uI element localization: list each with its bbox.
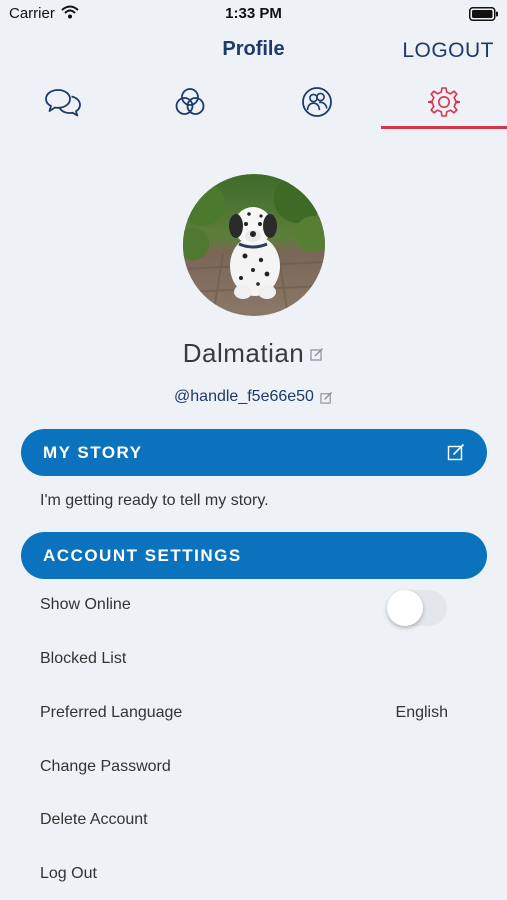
chat-icon (44, 87, 82, 122)
avatar[interactable] (183, 174, 325, 316)
change-password-label: Change Password (40, 758, 171, 775)
story-text: I'm getting ready to tell my story. (40, 492, 269, 509)
profile-handle: @handle_f5e66e50 (174, 388, 314, 405)
edit-story-icon[interactable] (447, 443, 465, 466)
edit-name-icon[interactable] (310, 347, 324, 361)
change-password-row[interactable]: Change Password (40, 758, 460, 776)
delete-account-label: Delete Account (40, 811, 148, 828)
profile-name-row: Dalmatian (0, 338, 507, 369)
status-time: 1:33 PM (225, 5, 282, 22)
log-out-row[interactable]: Log Out (40, 865, 460, 883)
battery-icon (469, 7, 499, 26)
profile-name: Dalmatian (182, 338, 305, 368)
tab-people[interactable] (254, 78, 380, 130)
account-settings-title: ACCOUNT SETTINGS (43, 546, 242, 565)
toggle-knob (387, 590, 423, 626)
status-bar: Carrier 1:33 PM (0, 0, 507, 28)
show-online-toggle[interactable] (387, 590, 447, 626)
tab-groups[interactable] (127, 78, 253, 130)
logout-button[interactable]: LOGOUT (402, 39, 494, 63)
gear-icon (427, 86, 461, 123)
delete-account-row[interactable]: Delete Account (40, 811, 460, 829)
people-icon (301, 86, 333, 123)
preferred-language-row[interactable]: Preferred Language English (40, 704, 460, 722)
tab-bar (0, 78, 507, 132)
account-settings-header: ACCOUNT SETTINGS (21, 532, 487, 579)
tab-settings[interactable] (381, 78, 507, 130)
nav-bar: Profile LOGOUT (0, 28, 507, 74)
circles-icon (174, 87, 206, 122)
active-tab-indicator (381, 126, 507, 129)
log-out-label: Log Out (40, 865, 97, 882)
profile-handle-row: @handle_f5e66e50 (0, 388, 507, 406)
preferred-language-label: Preferred Language (40, 704, 183, 721)
my-story-title: MY STORY (43, 443, 143, 462)
blocked-list-label: Blocked List (40, 650, 127, 667)
show-online-label: Show Online (40, 596, 131, 613)
blocked-list-row[interactable]: Blocked List (40, 650, 460, 668)
my-story-header: MY STORY (21, 429, 487, 476)
tab-chat[interactable] (0, 78, 126, 130)
preferred-language-value: English (395, 704, 448, 721)
edit-handle-icon[interactable] (320, 391, 333, 404)
